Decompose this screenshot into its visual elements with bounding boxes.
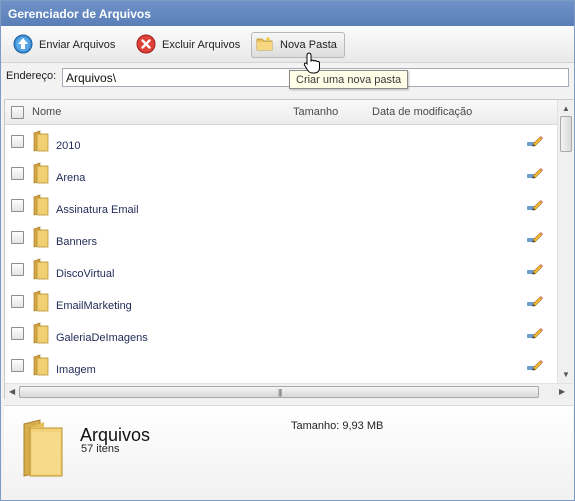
column-header: Nome Tamanho Data de modificação	[5, 100, 557, 125]
details-pane: Arquivos 57 itens Tamanho: 9,93 MB	[4, 405, 573, 498]
scroll-grip-icon: |||	[278, 388, 282, 397]
scroll-left-arrow-icon[interactable]: ◀	[9, 387, 15, 396]
folder-name[interactable]: Assinatura Email	[56, 204, 139, 216]
new-folder-button[interactable]: Nova Pasta	[251, 32, 345, 58]
folder-name[interactable]: 2010	[56, 140, 80, 152]
column-name-header[interactable]: Nome	[32, 106, 61, 118]
address-bar: Endereço:	[1, 64, 574, 90]
scroll-right-arrow-icon[interactable]: ▶	[559, 387, 565, 396]
folder-icon	[33, 194, 49, 219]
vertical-scroll-thumb[interactable]	[560, 116, 572, 152]
list-item[interactable]: Arena	[5, 158, 557, 190]
hand-cursor-icon	[303, 52, 321, 77]
x-circle-icon	[136, 34, 162, 57]
folder-rows: 2010 Arena Assinatura Email Banners DiscoVir…	[5, 126, 557, 383]
pencil-icon[interactable]	[526, 326, 544, 343]
scroll-up-arrow-icon[interactable]: ▲	[562, 104, 570, 113]
pencil-icon[interactable]	[526, 262, 544, 279]
window-title: Gerenciador de Arquivos	[1, 1, 574, 26]
pencil-icon[interactable]	[526, 166, 544, 183]
row-checkbox[interactable]	[11, 199, 24, 212]
folder-large-icon	[20, 418, 66, 481]
row-checkbox[interactable]	[11, 167, 24, 180]
folder-name[interactable]: Banners	[56, 236, 97, 248]
folder-icon	[33, 322, 49, 347]
vertical-scrollbar[interactable]: ▲ ▼	[557, 100, 573, 383]
folder-name[interactable]: GaleriaDeImagens	[56, 332, 148, 344]
list-item[interactable]: Assinatura Email	[5, 190, 557, 222]
selected-folder-size: Tamanho: 9,93 MB	[291, 420, 384, 432]
row-checkbox[interactable]	[11, 295, 24, 308]
pencil-icon[interactable]	[526, 294, 544, 311]
list-item[interactable]: Imagem	[5, 350, 557, 382]
folder-name[interactable]: EmailMarketing	[56, 300, 132, 312]
row-checkbox[interactable]	[11, 231, 24, 244]
list-item[interactable]: GaleriaDeImagens	[5, 318, 557, 350]
folder-icon	[33, 290, 49, 315]
delete-files-button[interactable]: Excluir Arquivos	[132, 32, 246, 58]
horizontal-scrollbar[interactable]: ◀ ||| ▶	[5, 383, 573, 399]
row-checkbox[interactable]	[11, 327, 24, 340]
list-item[interactable]: 2010	[5, 126, 557, 158]
new-folder-label: Nova Pasta	[280, 39, 337, 51]
list-item[interactable]: DiscoVirtual	[5, 254, 557, 286]
folder-icon	[33, 258, 49, 283]
selected-folder-count: 57 itens	[81, 443, 120, 455]
pencil-icon[interactable]	[526, 198, 544, 215]
file-list: Nome Tamanho Data de modificação 2010 Are…	[4, 99, 573, 399]
upload-files-label: Enviar Arquivos	[39, 39, 116, 51]
folder-icon	[33, 162, 49, 187]
folder-name[interactable]: Arena	[56, 172, 85, 184]
select-all-checkbox[interactable]	[11, 106, 24, 119]
pencil-icon[interactable]	[526, 230, 544, 247]
folder-icon	[33, 226, 49, 251]
arrow-up-circle-icon	[13, 34, 39, 57]
pencil-icon[interactable]	[526, 358, 544, 375]
row-checkbox[interactable]	[11, 135, 24, 148]
row-checkbox[interactable]	[11, 263, 24, 276]
folder-name[interactable]: Imagem	[56, 364, 96, 376]
folder-icon	[33, 354, 49, 379]
column-size-header[interactable]: Tamanho	[293, 106, 338, 118]
delete-files-label: Excluir Arquivos	[162, 39, 241, 51]
column-modified-header[interactable]: Data de modificação	[372, 106, 472, 118]
scroll-down-arrow-icon[interactable]: ▼	[562, 370, 570, 379]
toolbar: Enviar Arquivos Excluir Arquivos Nova Pa…	[1, 26, 574, 63]
folder-new-icon	[256, 36, 280, 55]
list-item[interactable]: EmailMarketing	[5, 286, 557, 318]
list-item[interactable]: Banners	[5, 222, 557, 254]
horizontal-scroll-thumb[interactable]: |||	[19, 386, 539, 398]
address-label: Endereço:	[6, 70, 57, 82]
folder-name[interactable]: DiscoVirtual	[56, 268, 115, 280]
upload-files-button[interactable]: Enviar Arquivos	[9, 32, 121, 58]
pencil-icon[interactable]	[526, 134, 544, 151]
row-checkbox[interactable]	[11, 359, 24, 372]
file-manager-window: Gerenciador de Arquivos Enviar Arquivos …	[0, 0, 575, 501]
folder-icon	[33, 130, 49, 155]
